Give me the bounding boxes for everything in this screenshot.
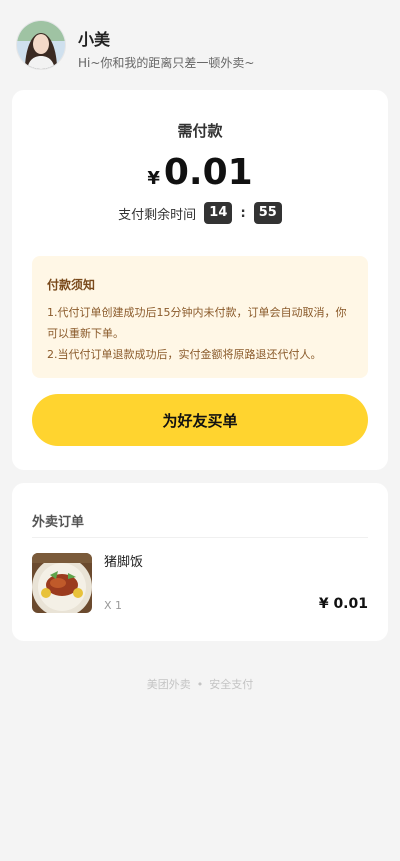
buy-for-friend-button[interactable]: 为好友买单 — [32, 394, 368, 446]
countdown-label: 支付剩余时间 — [118, 207, 197, 223]
dish-name: 猪脚饭 — [104, 555, 144, 570]
user-name: 小美 — [78, 30, 111, 49]
countdown-minutes: 14 — [204, 202, 233, 224]
user-greeting: Hi~你和我的距离只差一顿外卖~ — [78, 56, 255, 70]
footer-dot: • — [196, 678, 204, 691]
dish-photo-icon — [32, 553, 92, 613]
notice-title: 付款须知 — [47, 278, 96, 292]
avatar-image-icon — [17, 21, 65, 69]
payment-title: 需付款 — [177, 122, 223, 140]
payment-notice: 付款须知 1.代付订单创建成功后15分钟内未付款，订单会自动取消，你可以重新下单… — [32, 256, 368, 378]
countdown: 支付剩余时间 14 : 55 — [12, 202, 388, 224]
notice-text: 1.代付订单创建成功后15分钟内未付款，订单会自动取消，你可以重新下单。 2.当… — [47, 302, 357, 365]
countdown-separator: : — [240, 205, 246, 221]
divider — [32, 537, 368, 538]
notice-line-1: 1.代付订单创建成功后15分钟内未付款，订单会自动取消，你可以重新下单。 — [47, 306, 347, 340]
avatar — [16, 20, 66, 70]
currency-symbol: ¥ — [147, 168, 160, 189]
order-title: 外卖订单 — [32, 515, 85, 530]
footer-brand: 美团外卖 — [146, 678, 191, 691]
payment-card: 需付款 ¥0.01 支付剩余时间 14 : 55 付款须知 1.代付订单创建成功… — [12, 90, 388, 470]
dish-thumbnail — [32, 553, 92, 613]
countdown-seconds: 55 — [253, 202, 282, 224]
user-header: 小美 Hi~你和我的距离只差一顿外卖~ — [16, 20, 384, 70]
order-card: 外卖订单 猪脚饭 X 1 ¥ 0.01 — [12, 483, 388, 641]
payment-amount: 0.01 — [163, 152, 253, 193]
dish-quantity: X 1 — [104, 599, 123, 612]
dish-price: ¥ 0.01 — [318, 596, 368, 612]
amount-row: ¥0.01 — [12, 152, 388, 193]
footer: 美团外卖 • 安全支付 — [0, 676, 400, 692]
notice-line-2: 2.当代付订单退款成功后，实付金额将原路退还代付人。 — [47, 348, 322, 361]
footer-secure: 安全支付 — [209, 678, 254, 691]
pay-for-friend-page: 小美 Hi~你和我的距离只差一顿外卖~ 需付款 ¥0.01 支付剩余时间 14 … — [0, 0, 400, 861]
order-item[interactable]: 猪脚饭 X 1 ¥ 0.01 — [32, 553, 368, 615]
